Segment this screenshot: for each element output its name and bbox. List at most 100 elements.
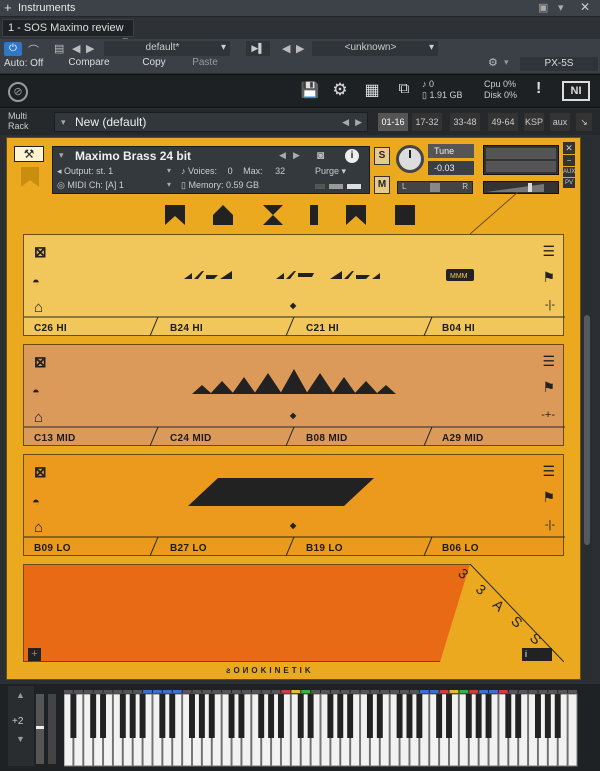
chevron-down-icon[interactable]: ▾: [167, 166, 171, 175]
piano-keyboard[interactable]: [64, 690, 578, 768]
close-box-icon[interactable]: ⊠: [34, 353, 47, 371]
sidechain-select[interactable]: <unknown> ▾: [312, 41, 438, 56]
black-key[interactable]: [100, 694, 107, 738]
articulation-panel-hi[interactable]: ⊠ ◓ ⌂ ☰ ⚑ -|- MMM ◆ C26 HI B24 HI C21 HI…: [23, 234, 565, 337]
warning-icon[interactable]: !: [536, 80, 541, 98]
zone-label[interactable]: A29 MID: [442, 433, 484, 444]
zone-label[interactable]: C26 HI: [34, 323, 67, 334]
zone-label[interactable]: B19 LO: [306, 543, 343, 554]
flag-icon[interactable]: ⚑: [542, 489, 555, 506]
black-key[interactable]: [129, 694, 136, 738]
prev-instrument-button[interactable]: ◀: [279, 150, 286, 161]
next-device-button[interactable]: ▶: [296, 42, 304, 55]
automation-icon[interactable]: ⌒: [28, 42, 39, 58]
black-key[interactable]: [198, 694, 205, 738]
next-instrument-button[interactable]: ▶: [293, 150, 300, 161]
articulation-panel-mid[interactable]: ⊠ ◓ ⌂ ☰ ⚑ -+- ◆ C13 MID C24 MID B08 MID …: [23, 344, 565, 447]
aux-send-button[interactable]: AUX: [563, 167, 575, 177]
midi-channel[interactable]: [A] 1: [105, 180, 124, 190]
black-key[interactable]: [208, 694, 215, 738]
black-key[interactable]: [228, 694, 235, 738]
prev-device-button[interactable]: ◀: [282, 42, 290, 55]
chevron-down-icon[interactable]: ▾: [59, 150, 64, 161]
prev-multi-button[interactable]: ◀: [342, 113, 349, 131]
black-key[interactable]: [238, 694, 245, 738]
black-key[interactable]: [515, 694, 522, 738]
split-icon[interactable]: -+-: [541, 409, 555, 421]
chevron-down-icon[interactable]: ▾: [61, 113, 66, 131]
device-label[interactable]: PX-5S: [520, 57, 598, 71]
mode-icon-4[interactable]: [310, 205, 318, 225]
max-voices[interactable]: 32: [275, 166, 285, 176]
white-key[interactable]: [567, 693, 578, 767]
black-key[interactable]: [376, 694, 383, 738]
black-key[interactable]: [337, 694, 344, 738]
black-key[interactable]: [475, 694, 482, 738]
mod-wheel[interactable]: [48, 694, 56, 764]
black-key[interactable]: [189, 694, 195, 738]
black-key[interactable]: [505, 694, 512, 738]
next-preset-button[interactable]: ▶: [86, 42, 94, 55]
pitch-wheel[interactable]: [36, 694, 44, 764]
flag-icon[interactable]: ⚑: [542, 269, 555, 286]
black-key[interactable]: [139, 694, 146, 738]
zone-label[interactable]: B04 HI: [442, 323, 475, 334]
aux-button[interactable]: aux: [550, 113, 570, 131]
kontakt-logo-icon[interactable]: ⊘: [8, 82, 28, 102]
paste-button[interactable]: Paste: [178, 57, 232, 71]
zone-label[interactable]: C13 MID: [34, 433, 76, 444]
black-key[interactable]: [485, 694, 492, 738]
resize-icon[interactable]: ⧉: [392, 80, 416, 102]
black-key[interactable]: [278, 694, 284, 738]
zone-label[interactable]: B24 HI: [170, 323, 203, 334]
zone-label[interactable]: B27 LO: [170, 543, 207, 554]
house-icon[interactable]: ⌂: [34, 519, 43, 536]
pan-slider[interactable]: L R: [397, 181, 473, 194]
black-key[interactable]: [119, 694, 126, 738]
house-icon[interactable]: ⌂: [34, 299, 43, 316]
scrollbar-thumb[interactable]: [584, 315, 590, 545]
close-box-icon[interactable]: ⊠: [34, 463, 47, 481]
multi-preset-field[interactable]: ▾ New (default) ◀ ▶: [54, 112, 368, 132]
minimize-instrument-icon[interactable]: −: [563, 155, 575, 166]
rack-page-33-48[interactable]: 33-48: [450, 113, 480, 131]
camera-icon[interactable]: ◙: [317, 148, 324, 162]
octave-up-icon[interactable]: ▲: [16, 690, 25, 700]
pin-icon[interactable]: ▣: [538, 1, 548, 14]
mode-icon-6[interactable]: [395, 205, 415, 225]
black-key[interactable]: [465, 694, 472, 738]
flag-icon[interactable]: ⚑: [542, 379, 555, 396]
zone-label[interactable]: B09 LO: [34, 543, 71, 554]
zone-label[interactable]: B08 MID: [306, 433, 348, 444]
black-key[interactable]: [90, 694, 97, 738]
collapse-icon[interactable]: ↘: [576, 113, 592, 131]
black-key[interactable]: [169, 694, 176, 738]
black-key[interactable]: [406, 694, 413, 738]
info-icon[interactable]: i: [345, 149, 359, 163]
close-instrument-icon[interactable]: ✕: [563, 142, 575, 154]
info-button[interactable]: i: [522, 648, 552, 661]
menu-icon[interactable]: ▾: [558, 1, 564, 14]
close-box-icon[interactable]: ⊠: [34, 243, 47, 261]
rack-page-17-32[interactable]: 17-32: [412, 113, 442, 131]
black-key[interactable]: [446, 694, 452, 738]
black-key[interactable]: [366, 694, 373, 738]
split-icon[interactable]: -|-: [545, 299, 555, 311]
power-button[interactable]: ⏻: [4, 42, 22, 56]
black-key[interactable]: [535, 694, 541, 738]
mode-icon-2[interactable]: [213, 205, 233, 225]
black-key[interactable]: [416, 694, 423, 738]
pv-button[interactable]: PV: [563, 178, 575, 188]
black-key[interactable]: [70, 694, 77, 738]
gear-icon[interactable]: ⚙: [488, 56, 498, 69]
black-key[interactable]: [159, 694, 166, 738]
dome-icon[interactable]: ◓: [32, 384, 40, 399]
mode-icon-5[interactable]: [346, 205, 366, 225]
black-key[interactable]: [396, 694, 403, 738]
instrument-name[interactable]: Maximo Brass 24 bit: [75, 149, 191, 163]
rack-page-01-16[interactable]: 01-16: [378, 113, 408, 131]
add-icon[interactable]: +: [28, 648, 41, 661]
document-tab[interactable]: 1 - SOS Maximo review ▾: [2, 19, 134, 47]
chevron-down-icon[interactable]: ▾: [167, 180, 171, 189]
gear-icon[interactable]: ⚙: [328, 80, 352, 102]
